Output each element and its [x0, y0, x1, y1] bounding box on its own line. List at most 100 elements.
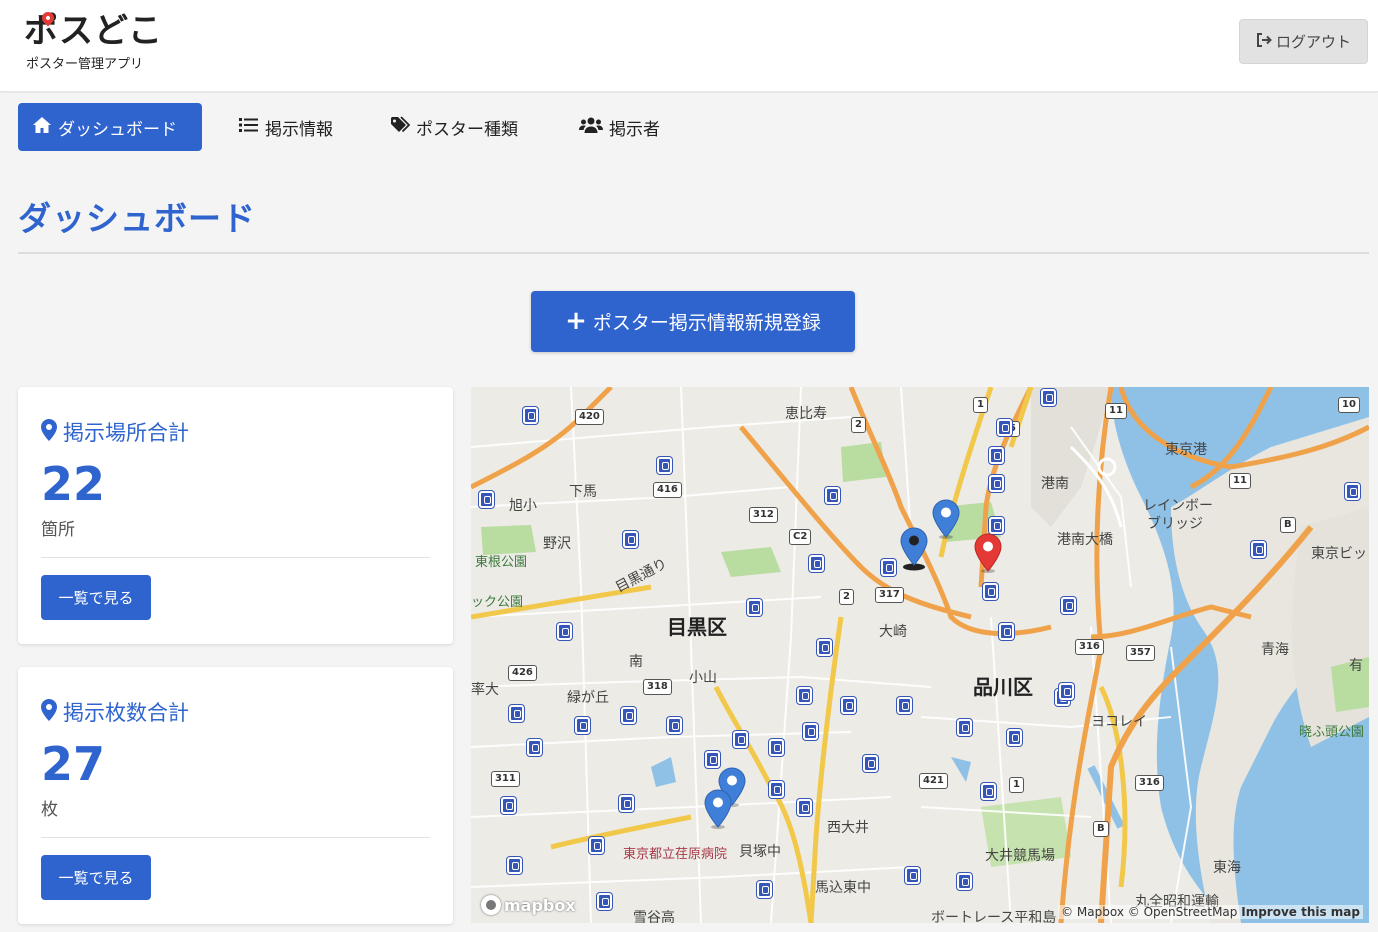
map-place-label: 南 [629, 654, 643, 670]
station-icon [863, 755, 878, 772]
station-icon [769, 781, 784, 798]
stat-label-row: 掲示場所合計 [41, 417, 189, 447]
station-icon [997, 419, 1012, 436]
map-place-label: レインボー [1143, 498, 1213, 514]
station-icon [523, 407, 538, 424]
station-icon [479, 491, 494, 508]
road-shield: 317 [875, 587, 904, 603]
station-icon [619, 795, 634, 812]
improve-map-link[interactable]: Improve this map [1241, 905, 1360, 919]
station-icon [501, 797, 516, 814]
station-icon [897, 697, 912, 714]
road-shield: 2 [851, 417, 866, 433]
road-shield: 11 [1229, 473, 1251, 489]
station-icon [797, 799, 812, 816]
map-place-label: 西大井 [827, 820, 869, 836]
map-place-label: 馬込東中 [815, 880, 871, 896]
nav-label: 掲示者 [609, 119, 660, 140]
map-marker-icon [41, 418, 57, 446]
station-icon [1059, 683, 1074, 700]
app-logo[interactable]: ポスどこ ポスター管理アプリ [24, 9, 163, 72]
station-icon [981, 783, 996, 800]
title-divider [18, 252, 1369, 254]
main-nav: ダッシュボード 掲示情報 ポスター種類 掲示者 [0, 93, 1378, 163]
view-list-button[interactable]: 一覧で見る [41, 855, 151, 900]
map-place-label: 東京港 [1165, 442, 1207, 458]
posting-marker[interactable] [703, 789, 733, 829]
map-place-label: 緑が丘 [567, 690, 609, 706]
station-icon [509, 705, 524, 722]
station-icon [905, 867, 920, 884]
road-shield: 316 [1135, 775, 1164, 791]
station-icon [881, 559, 896, 576]
map-place-label: ヨコレイ [1091, 714, 1147, 730]
list-icon [239, 117, 259, 138]
nav-label: ポスター種類 [416, 119, 518, 140]
home-icon [32, 116, 52, 139]
road-shield: 421 [919, 773, 948, 789]
map-place-label: ブリッジ [1147, 516, 1203, 532]
attribution-text[interactable]: © Mapbox © OpenStreetMap [1061, 905, 1237, 919]
sign-out-icon [1256, 32, 1272, 51]
map-place-label: 東京ビッ [1311, 546, 1367, 562]
station-icon [999, 623, 1014, 640]
map-marker-icon [41, 698, 57, 726]
station-icon [989, 447, 1004, 464]
station-icon [989, 517, 1004, 534]
logout-button[interactable]: ログアウト [1239, 19, 1368, 64]
nav-item-dashboard[interactable]: ダッシュボード [18, 103, 202, 151]
road-shield: 312 [749, 507, 778, 523]
road-shield: 357 [1126, 645, 1155, 661]
map-place-label: 貝塚中 [739, 844, 781, 860]
logout-label: ログアウト [1275, 33, 1351, 51]
station-icon [507, 857, 522, 874]
station-icon [983, 583, 998, 600]
map-place-label: 有 [1349, 658, 1363, 674]
station-icon [1251, 541, 1266, 558]
card-divider [41, 837, 430, 838]
nav-label: ダッシュボード [58, 119, 177, 140]
new-posting-button[interactable]: + ポスター掲示情報新規登録 [531, 291, 855, 352]
station-icon [623, 531, 638, 548]
station-icon [733, 731, 748, 748]
station-icon [1041, 389, 1056, 406]
nav-label: 掲示情報 [265, 119, 333, 140]
mapbox-logo[interactable]: mapbox [481, 895, 576, 915]
station-icon [809, 555, 824, 572]
map-place-label: ック公園 [471, 595, 524, 610]
stat-label-row: 掲示枚数合計 [41, 697, 189, 727]
station-icon [841, 697, 856, 714]
app-header: ポスどこ ポスター管理アプリ ログアウト [0, 0, 1378, 92]
mapbox-logo-icon [481, 895, 501, 915]
road-shield: 311 [491, 771, 520, 787]
station-icon [957, 719, 972, 736]
road-shield: C2 [789, 529, 812, 545]
station-icon [797, 687, 812, 704]
map-place-label: 率大 [471, 682, 499, 698]
station-icon [769, 739, 784, 756]
stat-value: 27 [41, 737, 106, 791]
stat-unit: 枚 [41, 800, 58, 820]
posting-marker[interactable] [931, 499, 961, 539]
map-place-label: 青海 [1261, 642, 1289, 658]
station-icon [825, 487, 840, 504]
road-shield: 420 [575, 409, 604, 425]
station-icon [575, 717, 590, 734]
nav-item-poster-types[interactable]: ポスター種類 [376, 103, 532, 151]
nav-item-postings[interactable]: 掲示情報 [225, 103, 347, 151]
posting-marker[interactable] [899, 527, 929, 571]
road-shield: 318 [643, 679, 672, 695]
station-icon [1345, 483, 1360, 500]
station-icon [747, 599, 762, 616]
station-icon [705, 751, 720, 768]
station-icon [589, 837, 604, 854]
station-icon [667, 717, 682, 734]
road-shield: 1 [1009, 777, 1024, 793]
map-place-label: 東根公園 [475, 555, 528, 570]
posting-map[interactable]: 420 416 312 C2 2 2 317 1 15 11 10 11 B 3… [471, 387, 1369, 923]
station-icon [597, 893, 612, 910]
selected-posting-marker[interactable] [973, 533, 1003, 573]
card-divider [41, 557, 430, 558]
view-list-button[interactable]: 一覧で見る [41, 575, 151, 620]
nav-item-posters[interactable]: 掲示者 [565, 103, 674, 151]
